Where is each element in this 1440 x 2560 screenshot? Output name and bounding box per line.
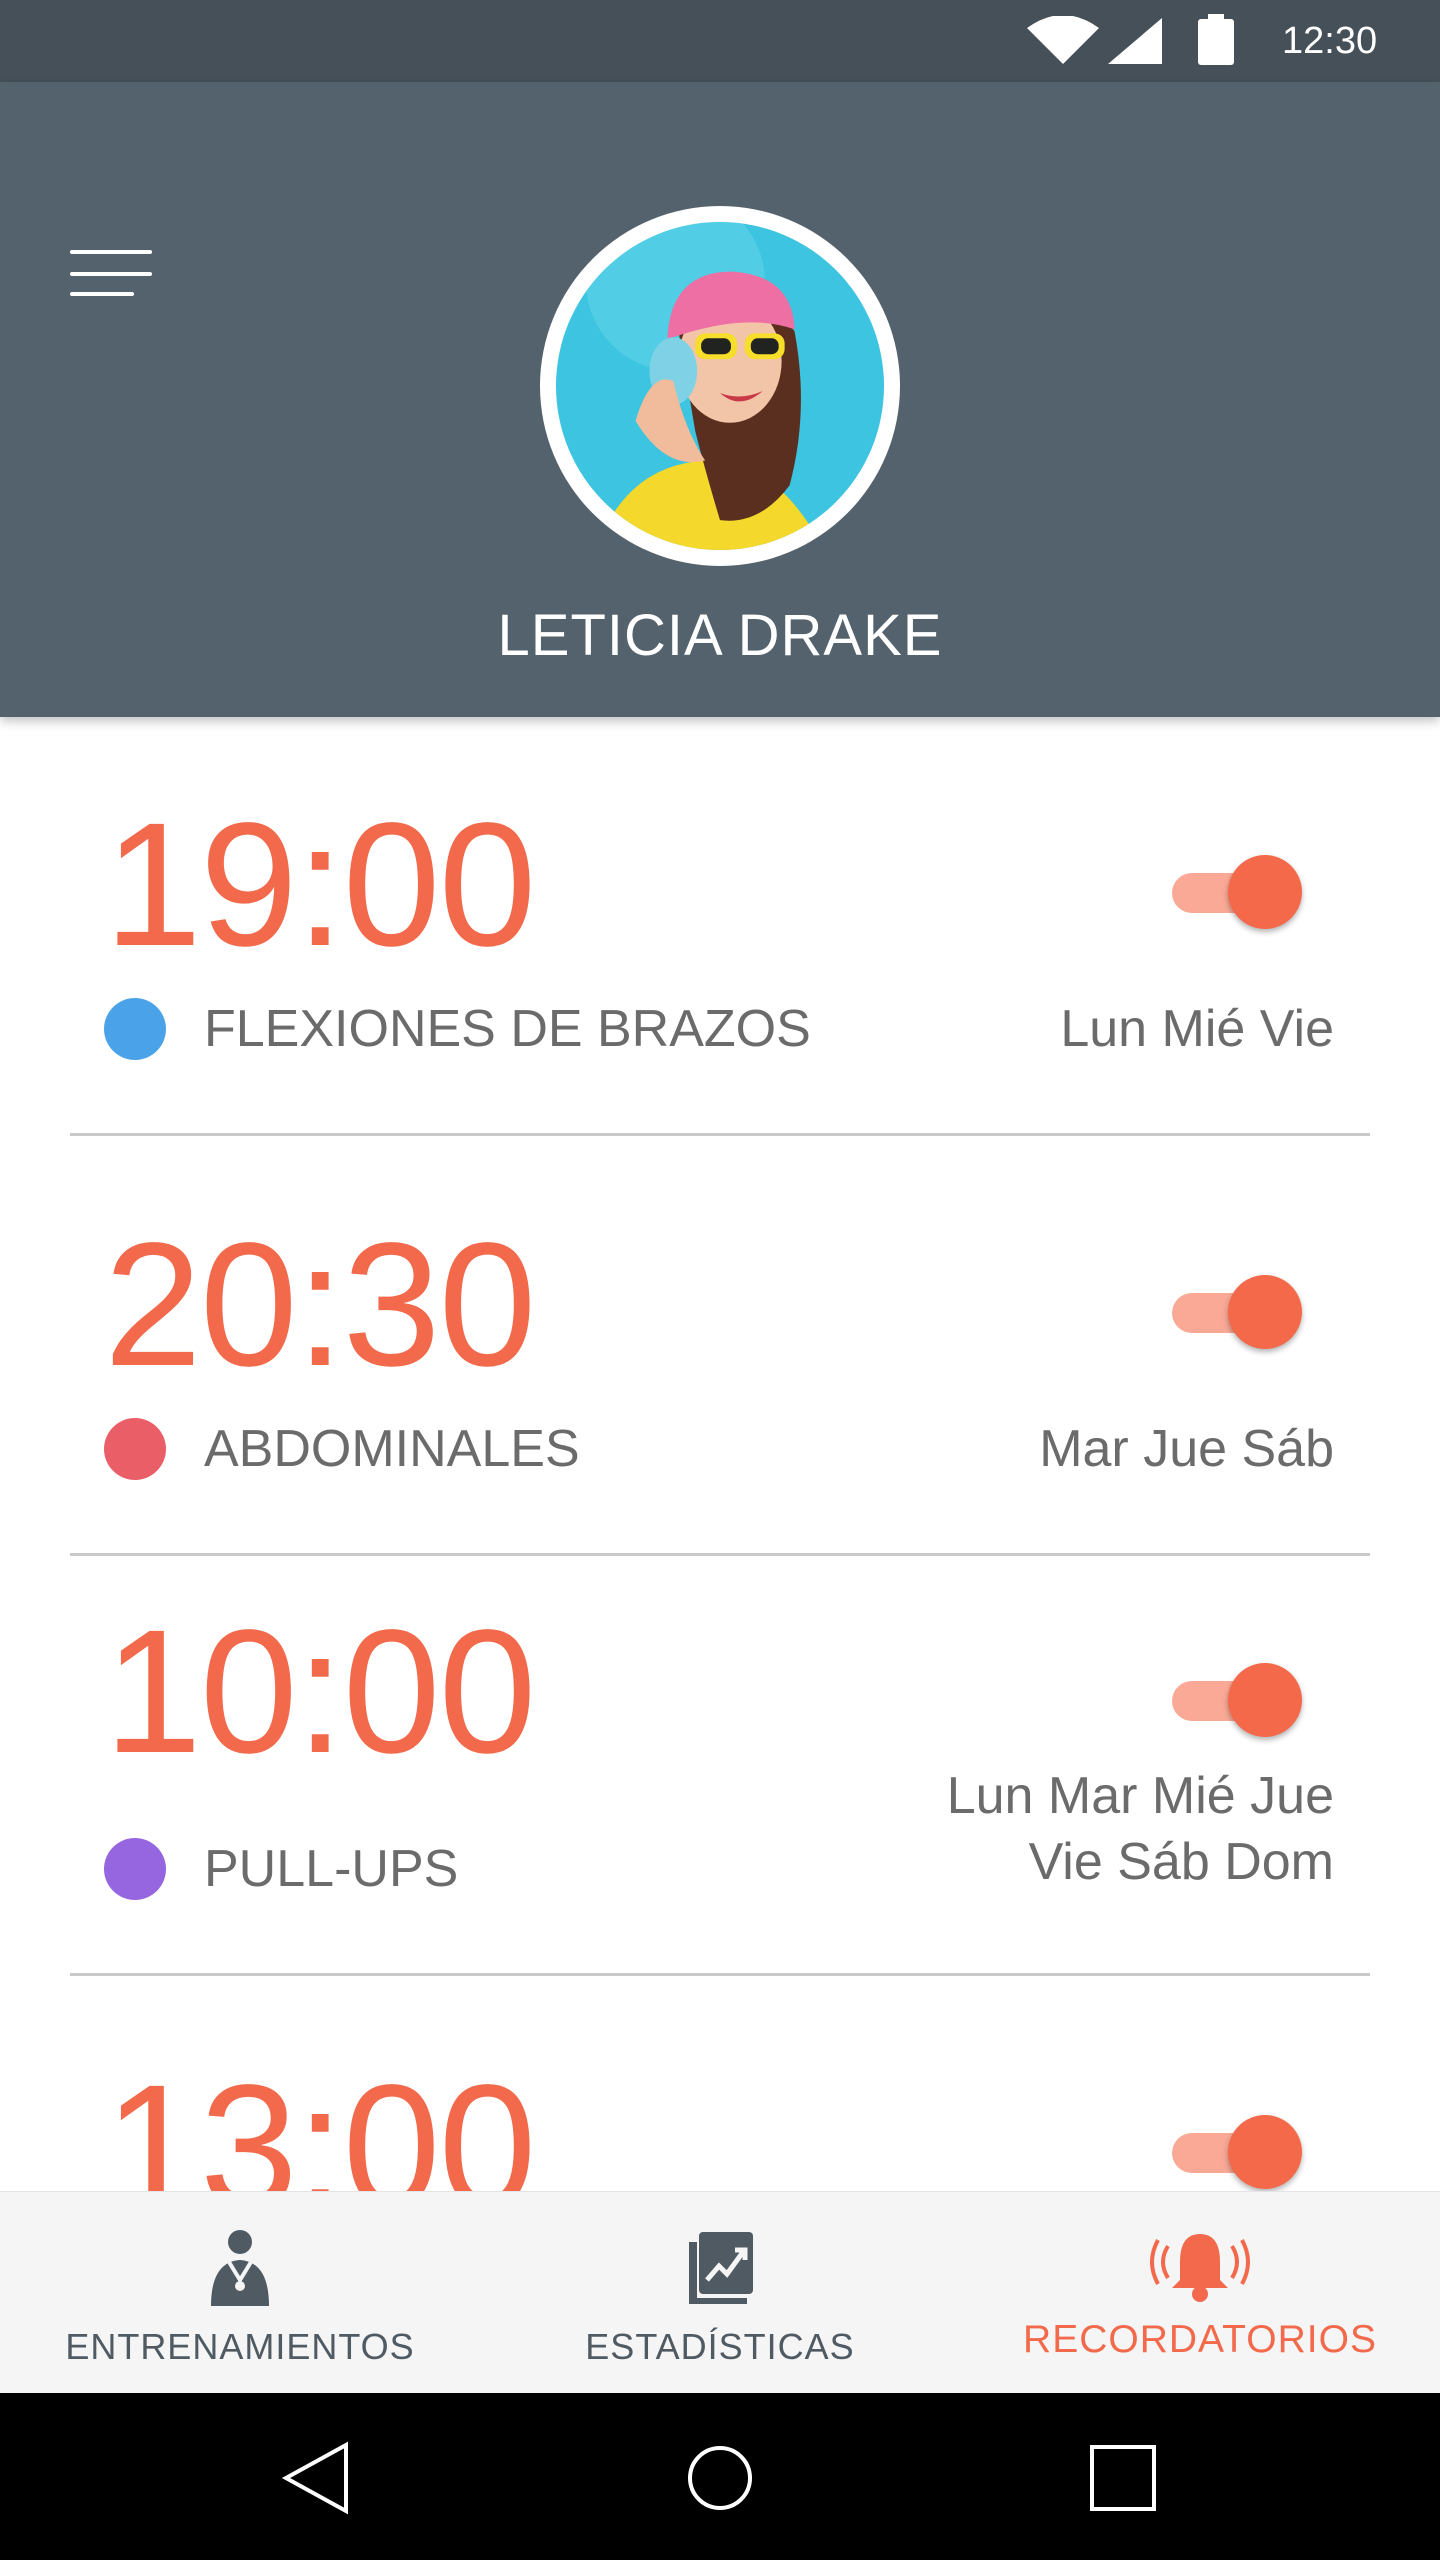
days-line: Lun Mié Vie xyxy=(1060,1000,1334,1058)
home-icon[interactable] xyxy=(675,2433,765,2523)
bottom-navigation: ENTRENAMIENTOS ESTADÍSTICAS RECORDATORIO… xyxy=(0,2191,1440,2393)
nav-entrenamientos[interactable]: ENTRENAMIENTOS xyxy=(0,2192,480,2394)
menu-button[interactable] xyxy=(56,162,166,296)
reminder-toggle[interactable] xyxy=(1172,855,1302,931)
category-dot xyxy=(104,1418,166,1480)
toggle-thumb xyxy=(1228,1275,1302,1349)
bell-ringing-icon xyxy=(1150,2234,1250,2302)
reminder-item[interactable]: 10:00 PULL-UPS Lun Mar Mié Jue Vie Sáb D… xyxy=(0,1557,1440,1977)
nav-label: ESTADÍSTICAS xyxy=(585,2326,855,2367)
reminder-toggle[interactable] xyxy=(1172,2115,1302,2191)
nav-recordatorios[interactable]: RECORDATORIOS xyxy=(960,2192,1440,2394)
reminder-days: Lun Mié Vie xyxy=(1060,996,1334,1062)
days-line: Mar Jue Sáb xyxy=(1039,1420,1334,1478)
reminder-time: 19:00 xyxy=(104,787,536,983)
reminder-days: Lun Mar Mié Jue Vie Sáb Dom xyxy=(947,1763,1334,1895)
reminder-name: PULL-UPS xyxy=(204,1840,459,1898)
reminder-time: 13:00 xyxy=(104,2049,536,2191)
back-icon[interactable] xyxy=(272,2433,362,2523)
reminders-list: 19:00 FLEXIONES DE BRAZOS Lun Mié Vie 20… xyxy=(0,717,1440,2191)
signal-icon xyxy=(1108,18,1162,64)
statistics-icon xyxy=(689,2232,753,2304)
toggle-thumb xyxy=(1228,855,1302,929)
divider xyxy=(70,1553,1370,1556)
trainer-icon xyxy=(211,2230,269,2306)
toggle-thumb xyxy=(1228,1663,1302,1737)
menu-line xyxy=(70,250,152,254)
days-line: Vie Sáb Dom xyxy=(1028,1833,1334,1891)
menu-line xyxy=(70,272,152,276)
category-dot xyxy=(104,998,166,1060)
days-line: Lun Mar Mié Jue xyxy=(946,1767,1334,1825)
system-navigation-bar xyxy=(0,2393,1440,2560)
reminder-name: ABDOMINALES xyxy=(204,1420,580,1478)
toggle-thumb xyxy=(1228,2115,1302,2189)
status-bar: 12:30 xyxy=(0,0,1440,82)
reminder-time: 20:30 xyxy=(104,1207,536,1403)
divider xyxy=(70,1973,1370,1976)
avatar-photo xyxy=(556,222,884,550)
battery-icon xyxy=(1198,14,1234,65)
reminder-name: FLEXIONES DE BRAZOS xyxy=(204,1000,811,1058)
app-screen: 12:30 LETICIA DRAKE 19:00 FLEXIONES DE B… xyxy=(0,0,1440,2560)
recents-icon[interactable] xyxy=(1078,2433,1168,2523)
avatar[interactable] xyxy=(540,206,900,566)
status-time: 12:30 xyxy=(1282,20,1378,62)
reminder-days: Mar Jue Sáb xyxy=(1039,1416,1334,1482)
reminder-item[interactable]: 19:00 FLEXIONES DE BRAZOS Lun Mié Vie xyxy=(0,717,1440,1137)
reminder-item[interactable]: 20:30 ABDOMINALES Mar Jue Sáb xyxy=(0,1137,1440,1557)
divider xyxy=(70,1133,1370,1136)
nav-estadisticas[interactable]: ESTADÍSTICAS xyxy=(480,2192,960,2394)
wifi-icon xyxy=(1027,16,1099,64)
reminder-toggle[interactable] xyxy=(1172,1663,1302,1739)
category-dot xyxy=(104,1838,166,1900)
reminder-toggle[interactable] xyxy=(1172,1275,1302,1351)
reminder-time: 10:00 xyxy=(104,1594,536,1790)
nav-label: ENTRENAMIENTOS xyxy=(65,2326,415,2367)
profile-header: LETICIA DRAKE xyxy=(0,82,1440,717)
user-name: LETICIA DRAKE xyxy=(497,603,943,668)
reminder-item[interactable]: 13:00 xyxy=(0,1977,1440,2191)
menu-line xyxy=(70,292,134,296)
nav-label: RECORDATORIOS xyxy=(1023,2318,1377,2361)
